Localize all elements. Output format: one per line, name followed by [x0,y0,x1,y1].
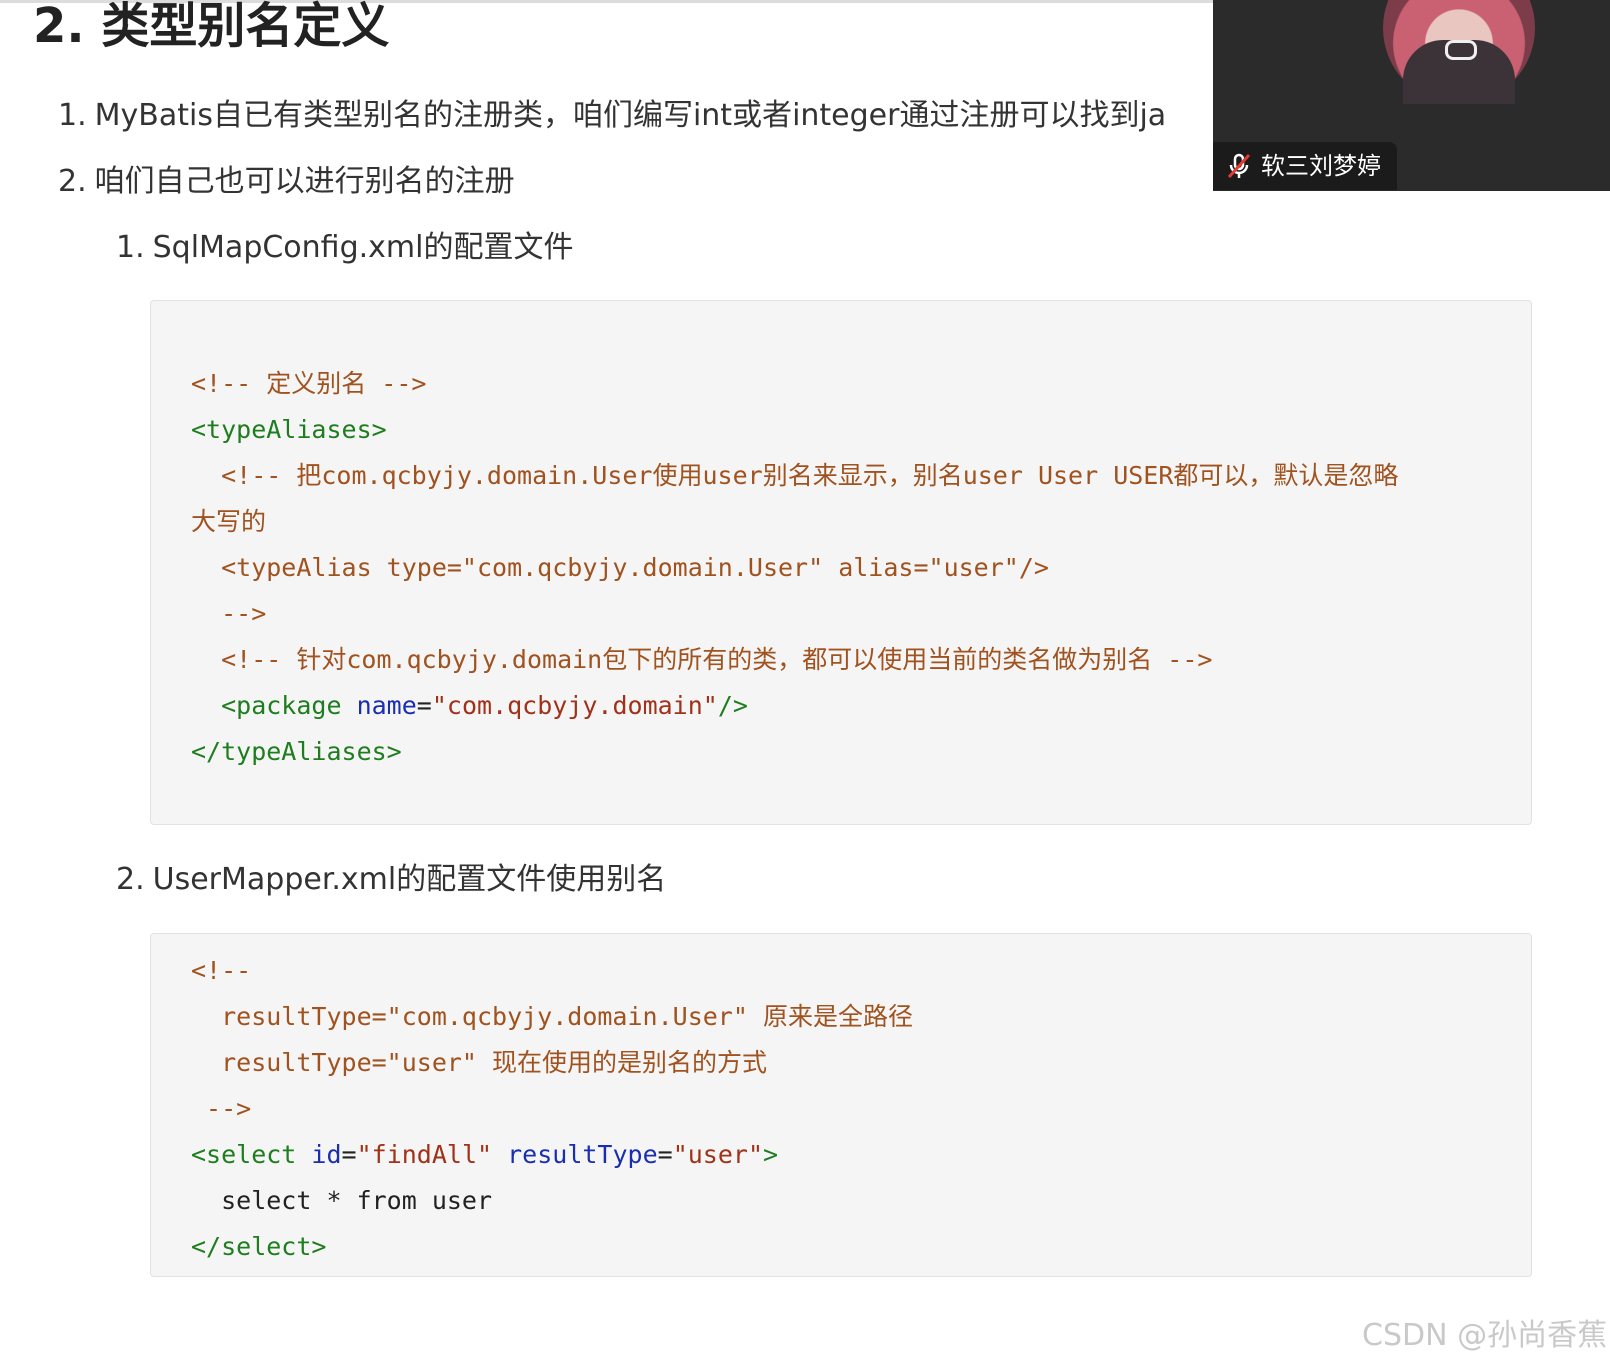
code-content: <!-- 定义别名 --> <typeAliases> <!-- 把com.qc… [191,361,1398,775]
section-heading: 2. 类型别名定义 [33,0,390,54]
participant-avatar [1383,0,1535,104]
code-block-usermapper[interactable]: <!-- resultType="com.qcbyjy.domain.User"… [150,933,1532,1277]
list-item: 2. 咱们自己也可以进行别名的注册 [58,162,515,202]
code-comment: resultType="com.qcbyjy.domain.User" 原来是全… [191,1002,913,1031]
video-call-tile[interactable]: 软三刘梦婷 [1213,0,1610,191]
participant-name-bar: 软三刘梦婷 [1213,142,1397,190]
list-number: 1. [116,230,145,265]
code-comment: <!-- 定义别名 --> [191,369,427,398]
code-comment: <typeAlias type="com.qcbyjy.domain.User"… [191,553,1049,582]
code-comment: --> [191,1094,252,1123]
code-comment: <!-- 针对com.qcbyjy.domain包下的所有的类，都可以使用当前的… [191,645,1213,674]
code-punct: = [341,1140,357,1169]
code-punct: = [657,1140,673,1169]
code-punct: = [416,691,432,720]
sublist-item: 1. SqlMapConfig.xml的配置文件 [116,228,573,268]
code-tag: /> [717,691,748,720]
code-comment: <!-- [191,956,252,985]
code-comment: resultType="user" 现在使用的是别名的方式 [191,1048,768,1077]
code-tag: </select> [191,1232,327,1261]
code-attr: name [356,691,417,720]
list-item: 1. MyBatis自已有类型别名的注册类，咱们编写int或者integer通过注… [58,96,1166,136]
code-string: "findAll" [356,1140,493,1169]
code-comment: <!-- 把com.qcbyjy.domain.User使用user别名来显示，… [191,461,1399,490]
sublist-item: 2. UserMapper.xml的配置文件使用别名 [116,860,666,900]
code-attr: resultType [507,1140,658,1169]
csdn-watermark: CSDN @孙尚香蕉 [1362,1318,1608,1353]
code-tag: <package [191,691,342,720]
code-string: "com.qcbyjy.domain" [431,691,718,720]
list-text: UserMapper.xml的配置文件使用别名 [152,862,667,897]
list-number: 2. [116,862,145,897]
code-tag: <select [191,1140,297,1169]
code-comment: 大写的 [191,507,267,536]
code-attr: id [311,1140,342,1169]
code-block-sqlmapconfig[interactable]: <!-- 定义别名 --> <typeAliases> <!-- 把com.qc… [150,300,1532,825]
list-text: MyBatis自已有类型别名的注册类，咱们编写int或者integer通过注册可… [94,98,1167,133]
code-content: <!-- resultType="com.qcbyjy.domain.User"… [191,948,913,1270]
participant-name: 软三刘梦婷 [1261,152,1381,180]
avatar-bow [1445,40,1477,60]
code-comment: --> [191,599,267,628]
code-text: select * from user [191,1186,493,1215]
list-text: SqlMapConfig.xml的配置文件 [152,230,574,265]
code-string: "user" [672,1140,764,1169]
code-tag: > [763,1140,779,1169]
list-number: 1. [58,98,87,133]
mic-muted-icon[interactable] [1225,152,1253,180]
code-tag: <typeAliases> [191,415,387,444]
list-number: 2. [58,164,87,199]
list-text: 咱们自己也可以进行别名的注册 [94,164,515,199]
code-tag: </typeAliases> [191,737,402,766]
